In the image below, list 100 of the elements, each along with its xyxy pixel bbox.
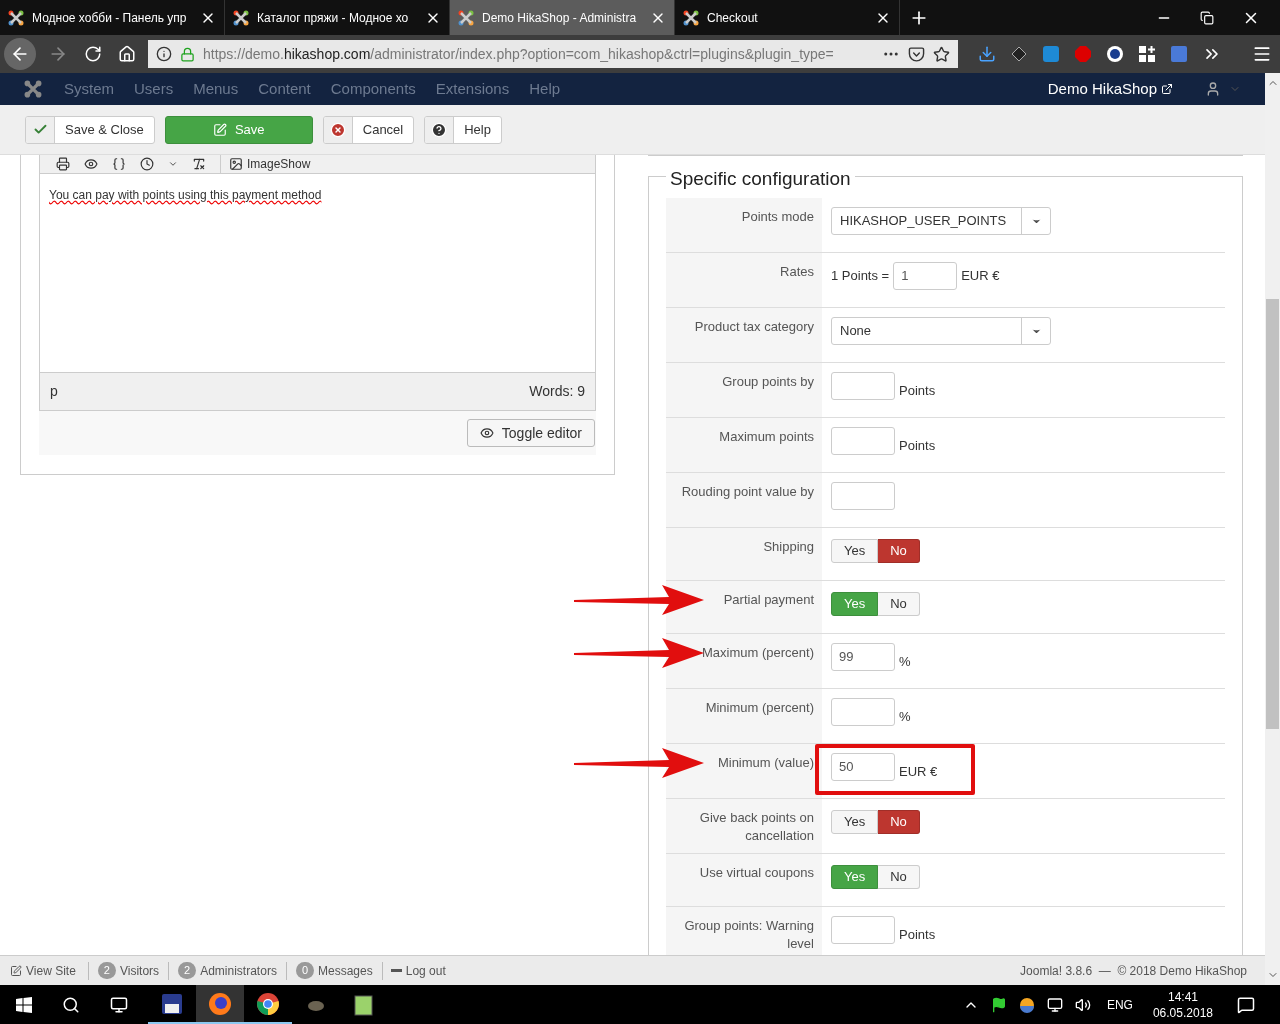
notifications-icon[interactable] bbox=[1237, 995, 1255, 1014]
currency-label: EUR € bbox=[961, 267, 1000, 286]
toggle-option[interactable]: No bbox=[878, 592, 920, 616]
nav-menu-item[interactable]: System bbox=[54, 77, 124, 101]
caret-icon[interactable] bbox=[168, 159, 178, 169]
field-label: Rouding point value by bbox=[681, 484, 814, 499]
joomla-logo-icon bbox=[233, 9, 249, 26]
count-badge: 2 bbox=[97, 962, 116, 979]
nav-menu-item[interactable]: Extensions bbox=[425, 77, 520, 101]
browser-tab[interactable]: Demo HikaShop - Administra bbox=[450, 0, 675, 35]
home-icon[interactable] bbox=[118, 45, 136, 63]
joomla-logo-icon bbox=[458, 9, 474, 26]
download-icon[interactable] bbox=[978, 45, 996, 63]
windows-start-icon[interactable] bbox=[16, 996, 32, 1013]
browser-app-icon[interactable] bbox=[196, 985, 244, 1024]
lock-icon bbox=[180, 46, 195, 62]
clock-icon[interactable] bbox=[140, 157, 154, 171]
count-badge: 2 bbox=[178, 962, 197, 979]
select-field[interactable]: None bbox=[831, 317, 1051, 345]
field-label: Group points by bbox=[722, 374, 814, 389]
help-icon bbox=[431, 121, 448, 138]
preview-icon[interactable] bbox=[84, 157, 98, 171]
task-view-icon[interactable] bbox=[110, 995, 128, 1014]
image-icon bbox=[229, 157, 243, 171]
url-text: https://demo.hikashop.com/administrator/index.php?option=com_hikashop&ctrl=plugins&plugin_type= bbox=[203, 44, 835, 64]
nav-menu-item[interactable]: Users bbox=[124, 77, 184, 101]
status-link[interactable]: Administrators bbox=[200, 961, 277, 980]
unit-label: Points bbox=[899, 925, 936, 944]
info-icon bbox=[156, 46, 172, 62]
toolbar-button[interactable]: Save & Close bbox=[25, 115, 155, 144]
toolbar-button[interactable]: Help bbox=[424, 115, 502, 144]
toggle-option[interactable]: Yes bbox=[831, 539, 879, 563]
status-link[interactable]: Visitors bbox=[119, 961, 160, 980]
editor-text-area[interactable]: You can pay with points using this payment method bbox=[39, 173, 596, 373]
extension-icon[interactable] bbox=[1106, 45, 1124, 63]
menu-icon[interactable] bbox=[1252, 44, 1272, 64]
footer-text: Joomla! 3.8.6 — © 2018 Demo HikaShop bbox=[1020, 962, 1248, 980]
imageshow-button[interactable]: ImageShow bbox=[247, 155, 311, 173]
clear-formatting-icon[interactable] bbox=[192, 157, 206, 171]
tray-app-icon[interactable] bbox=[1018, 996, 1035, 1013]
clock-date[interactable]: 06.05.2018 bbox=[1152, 1004, 1213, 1021]
reload-icon[interactable] bbox=[84, 45, 102, 63]
select-field[interactable]: HIKASHOP_USER_POINTS bbox=[831, 207, 1051, 235]
field-label: Product tax category bbox=[694, 319, 814, 334]
joomla-logo-icon[interactable] bbox=[24, 80, 42, 98]
word-count: Words: 9 bbox=[529, 382, 585, 401]
nav-menu-item[interactable]: Help bbox=[519, 77, 571, 101]
nav-menu-item[interactable]: Components bbox=[320, 77, 426, 101]
eye-icon bbox=[479, 426, 494, 440]
add-widget-icon[interactable] bbox=[1138, 45, 1156, 63]
braces-icon[interactable] bbox=[112, 157, 126, 171]
text-field[interactable] bbox=[831, 427, 895, 455]
element-path: p bbox=[50, 382, 58, 401]
nav-menu-item[interactable]: Content bbox=[248, 77, 321, 101]
field-label: Group points: Warning level bbox=[684, 918, 814, 951]
view-site-link[interactable]: View Site bbox=[26, 961, 89, 980]
unit-label: EUR € bbox=[899, 762, 938, 781]
bookmark-star-icon[interactable] bbox=[933, 45, 950, 63]
unit-label: % bbox=[899, 652, 911, 671]
tab-title: Модное хобби - Панель упр bbox=[32, 9, 188, 27]
text-field[interactable] bbox=[831, 372, 895, 400]
field-label: Partial payment bbox=[723, 592, 814, 607]
flag-icon[interactable] bbox=[990, 996, 1007, 1013]
text-field[interactable] bbox=[831, 482, 895, 510]
restore-icon[interactable] bbox=[1200, 10, 1214, 25]
field-label: Maximum (percent) bbox=[702, 645, 814, 660]
toggle-option[interactable]: No bbox=[878, 865, 920, 889]
url-field[interactable]: https://demo.hikashop.com/administrator/index.php?option=com_hikashop&ctrl=plugins&plugin_type= bbox=[148, 40, 958, 68]
status-link[interactable]: Messages bbox=[318, 961, 373, 980]
search-icon[interactable] bbox=[62, 995, 80, 1014]
nav-menu-item[interactable]: Menus bbox=[183, 77, 249, 101]
edit-icon bbox=[212, 122, 227, 137]
text-field[interactable]: 99 bbox=[831, 643, 895, 671]
network-icon[interactable] bbox=[1046, 996, 1063, 1013]
language-indicator[interactable]: ENG bbox=[1106, 995, 1133, 1014]
editor-text: You can pay with points using this payment method bbox=[49, 188, 322, 202]
field-label: Rates bbox=[780, 264, 814, 279]
text-field[interactable]: 1 bbox=[893, 262, 958, 290]
volume-icon[interactable] bbox=[1074, 996, 1091, 1013]
logout-link[interactable]: Log out bbox=[405, 961, 446, 980]
text-field[interactable] bbox=[831, 916, 895, 944]
toggle-option[interactable]: No bbox=[878, 539, 920, 563]
toolbar-button[interactable]: Cancel bbox=[322, 115, 415, 144]
cancel-icon bbox=[329, 121, 346, 138]
text-field[interactable]: 50 bbox=[831, 753, 895, 781]
back-button[interactable] bbox=[4, 38, 36, 70]
field-label: Minimum (value) bbox=[717, 755, 814, 770]
count-badge: 0 bbox=[295, 962, 314, 979]
clock-time[interactable]: 14:41 bbox=[1167, 988, 1198, 1005]
toggle-editor-button[interactable]: Toggle editor bbox=[466, 419, 595, 447]
site-link[interactable]: Demo HikaShop bbox=[1047, 77, 1157, 101]
toggle-option[interactable]: Yes bbox=[831, 810, 879, 834]
toggle-option[interactable]: No bbox=[878, 810, 920, 834]
text-field[interactable] bbox=[831, 698, 895, 726]
joomla-logo-icon bbox=[8, 9, 24, 26]
dash-icon bbox=[390, 969, 402, 972]
print-icon[interactable] bbox=[56, 157, 70, 171]
rate-prefix: 1 Points = bbox=[831, 267, 890, 286]
pocket-icon[interactable] bbox=[908, 45, 925, 63]
user-icon[interactable] bbox=[1205, 81, 1221, 97]
